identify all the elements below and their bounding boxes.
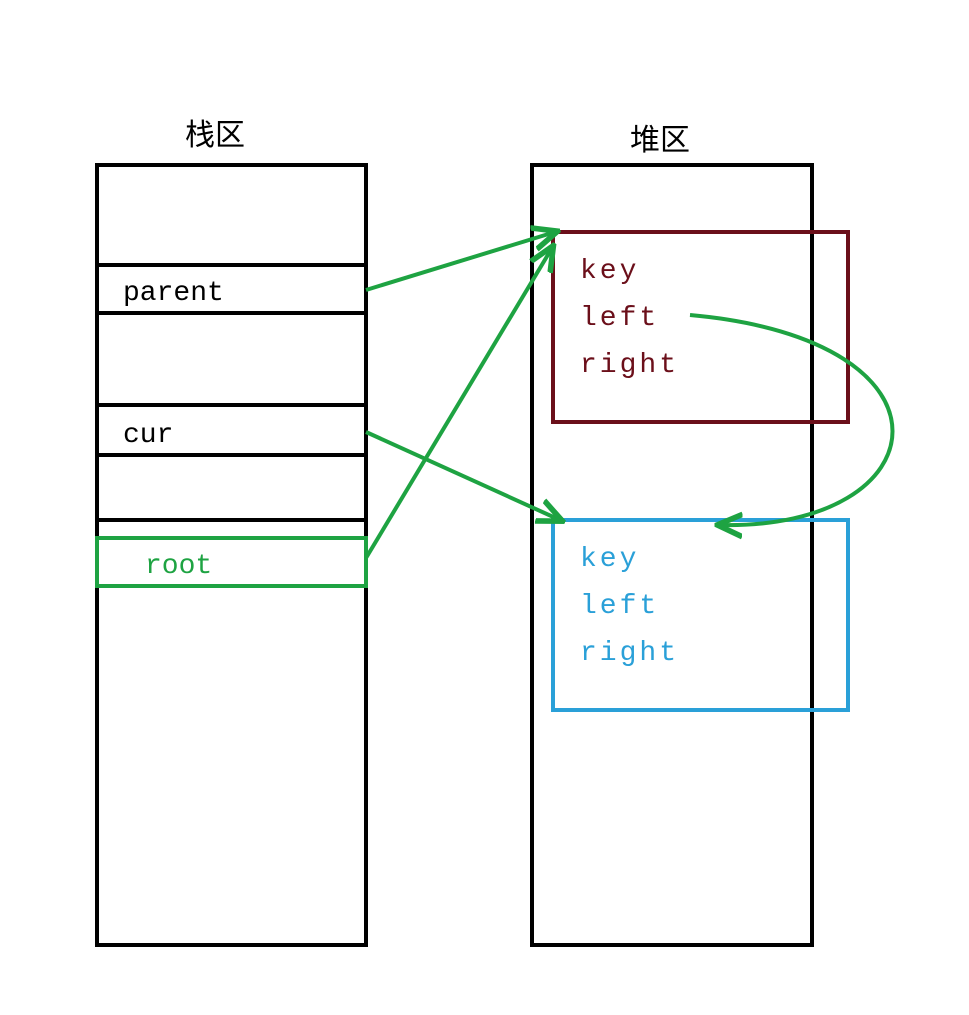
stack-var-cur: cur bbox=[123, 420, 173, 451]
heap-node-1-left: left bbox=[580, 303, 659, 334]
heap-node-2-right: right bbox=[580, 638, 679, 669]
stack-var-root-box bbox=[97, 538, 366, 586]
heap-node-2-key: key bbox=[580, 544, 639, 575]
heap-title: 堆区 bbox=[630, 124, 690, 160]
heap-node-1-key: key bbox=[580, 256, 639, 287]
stack-var-parent: parent bbox=[123, 278, 224, 309]
arrow-root-to-node1 bbox=[366, 248, 552, 558]
heap-node-2-left: left bbox=[580, 591, 659, 622]
heap-area bbox=[532, 165, 812, 945]
stack-title: 栈区 bbox=[185, 119, 245, 155]
memory-diagram: 栈区 堆区 parent cur root key left right key… bbox=[0, 0, 969, 1015]
heap-node-1-right: right bbox=[580, 350, 679, 381]
arrow-parent-to-node1 bbox=[366, 232, 555, 290]
stack-var-root: root bbox=[145, 551, 212, 582]
